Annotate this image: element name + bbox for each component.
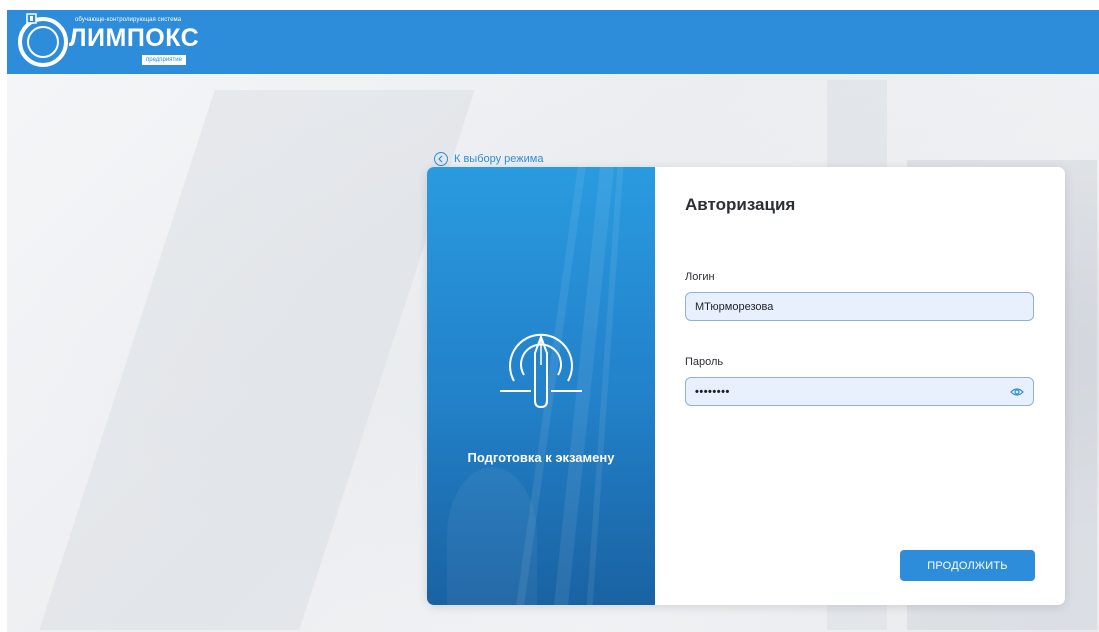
mode-title: Подготовка к экзамену: [467, 450, 615, 465]
login-label: Логин: [685, 271, 715, 283]
chevron-left-icon: [434, 152, 448, 166]
password-label: Пароль: [685, 356, 724, 368]
pen-target-icon: [500, 333, 582, 409]
back-to-mode-link[interactable]: К выбору режима: [434, 152, 543, 166]
password-value: ••••••••: [695, 385, 730, 398]
logo-tagline: обучающе-контролирующая система: [75, 17, 182, 23]
continue-button[interactable]: ПРОДОЛЖИТЬ: [900, 550, 1035, 581]
back-link-label: К выбору режима: [454, 153, 544, 165]
auth-form: Авторизация Логин МТюрморезова Пароль ••…: [655, 167, 1065, 605]
logo-badge: предприятие: [142, 55, 186, 65]
password-field[interactable]: ••••••••: [685, 377, 1034, 406]
login-value: МТюрморезова: [695, 300, 774, 313]
logo-name: ЛИМПОКС: [69, 24, 200, 52]
background-shape: [39, 90, 475, 630]
logo[interactable]: обучающе-контролирующая система ЛИМПОКС …: [17, 10, 207, 70]
login-field[interactable]: МТюрморезова: [685, 292, 1034, 321]
auth-card: Подготовка к экзамену Авторизация Логин …: [427, 167, 1065, 605]
form-title: Авторизация: [685, 195, 796, 214]
eye-icon[interactable]: [1010, 387, 1024, 397]
logo-mark-icon: [18, 13, 68, 67]
mode-panel: Подготовка к экзамену: [427, 167, 655, 605]
panel-stripe: [447, 467, 537, 605]
app-header: обучающе-контролирующая система ЛИМПОКС …: [7, 10, 1099, 74]
